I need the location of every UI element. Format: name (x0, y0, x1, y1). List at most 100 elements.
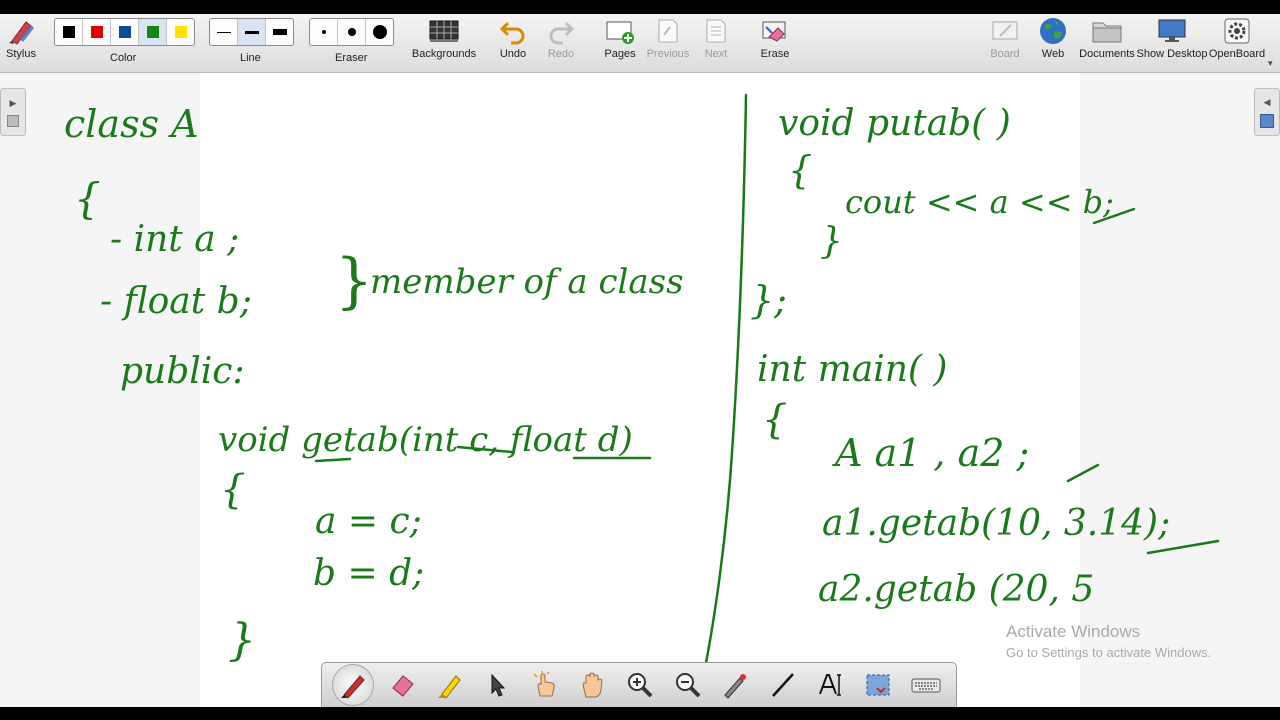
hw-assign-b: b = d; (313, 553, 424, 594)
keyboard-icon (911, 678, 941, 693)
laser-pointer-icon (724, 674, 747, 699)
selector-tool[interactable] (477, 665, 517, 705)
text-icon (818, 674, 841, 696)
color-swatch-fill (62, 26, 75, 38)
color-swatch-fill (118, 26, 131, 38)
hw-putab-open: { (788, 148, 812, 192)
color-swatch-blue[interactable] (111, 19, 139, 45)
text-tool[interactable] (811, 665, 851, 705)
hw-getab-close: } (228, 615, 256, 666)
documents-button[interactable]: Documents (1078, 14, 1136, 72)
zoom-out-tool[interactable] (668, 665, 708, 705)
color-swatch-yellow[interactable] (167, 19, 194, 45)
virtual-keyboard-tool[interactable] (906, 665, 946, 705)
gear-icon (1222, 14, 1252, 48)
hw-inner-brace: } (820, 221, 843, 262)
eraser-group-label: Eraser (335, 52, 368, 64)
line-width-medium[interactable] (238, 19, 266, 45)
previous-page-icon (655, 14, 681, 48)
color-group-label: Color (110, 52, 137, 64)
hw-assign-a: a = c; (315, 501, 422, 542)
line-width-picker (209, 18, 294, 46)
stylus-icon (6, 14, 36, 48)
undo-button[interactable]: Undo (495, 14, 531, 72)
drawing-tools-dock (321, 662, 957, 708)
color-swatch-fill (174, 26, 187, 38)
hw-member-b: - float b; (100, 281, 252, 322)
backgrounds-button[interactable]: Backgrounds (412, 14, 476, 72)
hw-member-a: - int a ; (110, 219, 239, 260)
screen-capture-icon (866, 674, 890, 696)
pen-tool[interactable] (331, 664, 374, 706)
color-swatch-fill (90, 26, 103, 38)
hw-class-close: }; (750, 278, 787, 322)
hw-putab-signature: void putab( ) (778, 103, 1011, 144)
openboard-menu-button[interactable]: OpenBoard (1208, 14, 1266, 72)
hw-cout-line: cout << a << b; (845, 183, 1114, 221)
line-width-thin[interactable] (210, 19, 238, 45)
hw-main-signature: int main( ) (757, 349, 947, 390)
next-page-button[interactable]: Next (698, 14, 734, 72)
undo-arrow-icon (499, 14, 527, 48)
line-width-thick[interactable] (266, 19, 293, 45)
color-picker (54, 18, 195, 46)
chevron-down-icon[interactable]: ▾ (1268, 58, 1273, 69)
whiteboard-canvas[interactable]: ▶ ◀ class A { - int a ; - float b; } mem… (0, 73, 1280, 707)
highlighter-tool[interactable] (429, 665, 469, 705)
erase-page-button[interactable]: Erase (756, 14, 794, 72)
hw-call-a1: a1.getab(10, 3.14); (822, 503, 1170, 544)
zoom-in-icon (627, 673, 653, 698)
stylus-button[interactable]: Stylus (0, 14, 42, 72)
backgrounds-grid-icon (429, 14, 459, 48)
hw-access-specifier: public: (120, 351, 245, 392)
hw-class-open-brace: { (74, 174, 101, 223)
handwriting-layer: class A { - int a ; - float b; } member … (64, 93, 1220, 675)
previous-page-button[interactable]: Previous (646, 14, 690, 72)
hw-getab-signature: void getab(int c, float d) (218, 420, 633, 460)
eraser-size-picker (309, 18, 394, 46)
line-group-label: Line (240, 52, 261, 64)
hw-main-open: { (762, 397, 787, 443)
eraser-size-medium[interactable] (338, 19, 366, 45)
activate-windows-subtitle: Go to Settings to activate Windows. (1006, 645, 1212, 660)
web-button[interactable]: Web (1036, 14, 1070, 72)
show-desktop-button[interactable]: Show Desktop (1137, 14, 1207, 72)
board-button[interactable]: Board (986, 14, 1024, 72)
hw-class-decl: class A (64, 102, 199, 146)
highlighter-icon (438, 675, 461, 699)
zoom-in-tool[interactable] (620, 665, 660, 705)
interact-tool[interactable] (525, 665, 565, 705)
next-page-icon (703, 14, 729, 48)
hand-tool[interactable] (572, 665, 612, 705)
activate-windows-watermark: Activate Windows Go to Settings to activ… (1006, 622, 1211, 660)
hw-members-brace: } (335, 246, 373, 316)
board-icon (990, 14, 1020, 48)
monitor-icon (1156, 14, 1188, 48)
cursor-arrow-icon (491, 673, 506, 697)
pointing-hand-icon (533, 671, 555, 697)
color-swatch-red[interactable] (83, 19, 111, 45)
activate-windows-title: Activate Windows (1006, 622, 1141, 641)
open-hand-icon (582, 672, 603, 698)
hw-call-a2: a2.getab (20, 5 (818, 569, 1094, 610)
eraser-size-small[interactable] (310, 19, 338, 45)
openboard-toolbar: Stylus Color Line Eraser Backgrounds Und… (0, 14, 1280, 73)
eraser-size-large[interactable] (366, 19, 393, 45)
redo-button[interactable]: Redo (543, 14, 579, 72)
hw-object-decl: A a1 , a2 ; (832, 431, 1029, 475)
folder-icon (1091, 14, 1123, 48)
pages-button[interactable]: Pages (600, 14, 640, 72)
color-swatch-green[interactable] (139, 19, 167, 45)
erase-page-icon (760, 14, 790, 48)
eraser-tool[interactable] (382, 665, 422, 705)
line-draw-icon (772, 673, 794, 697)
redo-arrow-icon (547, 14, 575, 48)
pen-icon (340, 675, 365, 699)
hw-getab-open: { (220, 467, 245, 513)
hw-members-note: member of a class (370, 262, 684, 302)
color-swatch-black[interactable] (55, 19, 83, 45)
laser-pointer-tool[interactable] (715, 665, 755, 705)
line-tool[interactable] (763, 665, 803, 705)
add-page-icon (604, 14, 636, 48)
capture-tool[interactable] (858, 665, 898, 705)
